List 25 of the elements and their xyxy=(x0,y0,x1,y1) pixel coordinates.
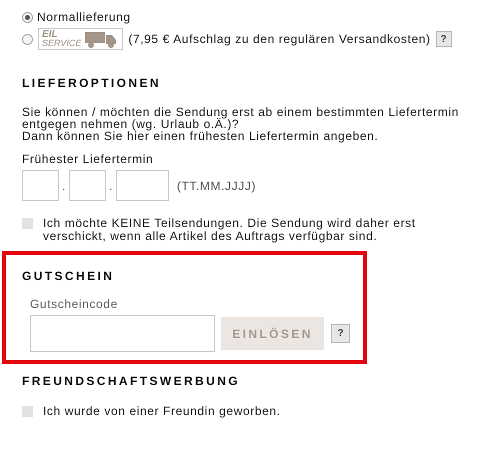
checkbox[interactable] xyxy=(22,218,33,229)
option-label: (7,95 € Aufschlag zu den regulären Versandkosten) xyxy=(128,32,431,46)
field-label: Gutscheincode xyxy=(30,297,118,311)
checkbox-label: Ich möchte KEINE Teilsendungen. Die Sendung wird daher erst verschickt, wenn alle Artikel des Auftrags verfügbar sind. xyxy=(43,217,417,243)
year-field[interactable] xyxy=(116,170,169,201)
checkbox-label: Ich wurde von einer Freundin geworben. xyxy=(43,404,281,418)
radio-button[interactable] xyxy=(22,34,33,44)
info-text: Dann können Sie hier einen frühesten Liefertermin angeben. xyxy=(22,130,380,142)
field-label: Frühester Liefertermin xyxy=(22,152,154,166)
voucher-code-field[interactable] xyxy=(30,315,215,352)
date-separator: . xyxy=(62,178,66,192)
checkbox[interactable] xyxy=(22,406,33,416)
month-field[interactable] xyxy=(68,170,106,201)
section-heading: GUTSCHEIN xyxy=(22,269,116,283)
help-button[interactable]: ? xyxy=(436,31,452,47)
help-button[interactable]: ? xyxy=(331,324,350,343)
option-label: Normallieferung xyxy=(37,10,131,24)
section-heading: LIEFEROPTIONEN xyxy=(22,76,162,90)
date-separator: . xyxy=(108,178,113,192)
radio-button[interactable] xyxy=(22,12,33,22)
day-field[interactable] xyxy=(22,170,59,201)
info-text: Sie können / möchten die Sendung erst ab einem bestimmten Liefertermin entgegen nehmen (wg. Urlaub o.Ä.)? xyxy=(22,106,460,130)
express-service-logo: EIL SERVICE xyxy=(38,28,124,50)
section-heading: FREUNDSCHAFTSWERBUNG xyxy=(22,374,241,388)
format-hint: (TT.MM.JJJJ) xyxy=(176,178,256,192)
